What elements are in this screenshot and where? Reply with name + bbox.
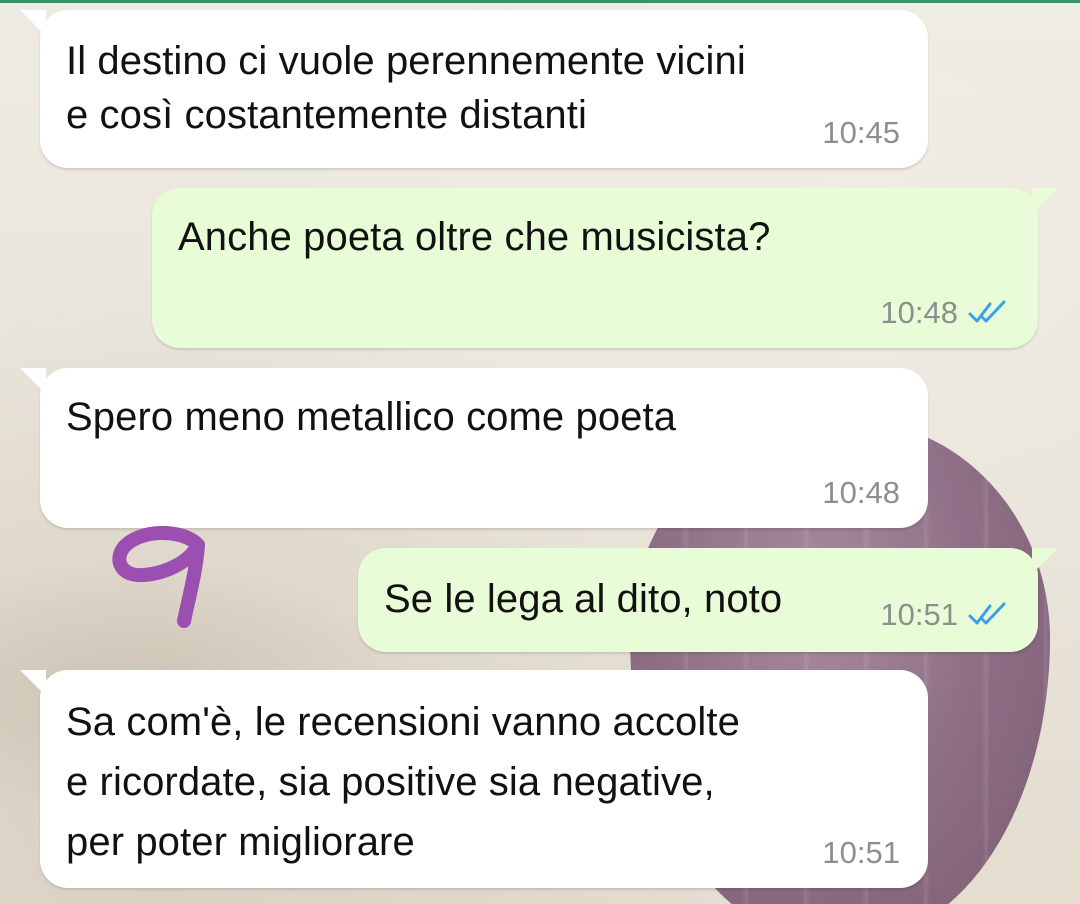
message-meta: 10:48 [822, 476, 900, 510]
double-check-read-icon [968, 300, 1006, 323]
message-text: Sa com'è, le recensioni vanno accolte e … [66, 700, 740, 864]
message-meta: 10:48 [880, 296, 1010, 330]
message-time: 10:45 [822, 115, 900, 150]
outgoing-message-bubble[interactable]: Se le lega al dito, noto 10:51 [358, 548, 1058, 652]
incoming-message-bubble[interactable]: Spero meno metallico come poeta 10:48 [20, 368, 928, 528]
handwritten-nine-mark [112, 526, 205, 628]
message-time: 10:48 [880, 295, 958, 330]
message-meta: 10:51 [880, 598, 1010, 632]
incoming-message-bubble[interactable]: Il destino ci vuole perennemente vicini … [20, 10, 928, 168]
incoming-message-bubble[interactable]: Sa com'è, le recensioni vanno accolte e … [20, 670, 928, 888]
header-edge [0, 0, 1080, 3]
message-time: 10:51 [822, 835, 900, 870]
message-text: Se le lega al dito, noto [384, 577, 783, 621]
message-time: 10:48 [822, 475, 900, 510]
outgoing-message-bubble[interactable]: Anche poeta oltre che musicista? 10:48 [152, 188, 1058, 348]
message-text: Anche poeta oltre che musicista? [178, 215, 771, 259]
message-time: 10:51 [880, 597, 958, 632]
message-text: Spero meno metallico come poeta [66, 395, 677, 439]
message-meta: 10:51 [822, 836, 900, 870]
message-meta: 10:45 [822, 116, 900, 150]
double-check-read-icon [968, 602, 1006, 625]
message-text: Il destino ci vuole perennemente vicini … [66, 39, 746, 137]
